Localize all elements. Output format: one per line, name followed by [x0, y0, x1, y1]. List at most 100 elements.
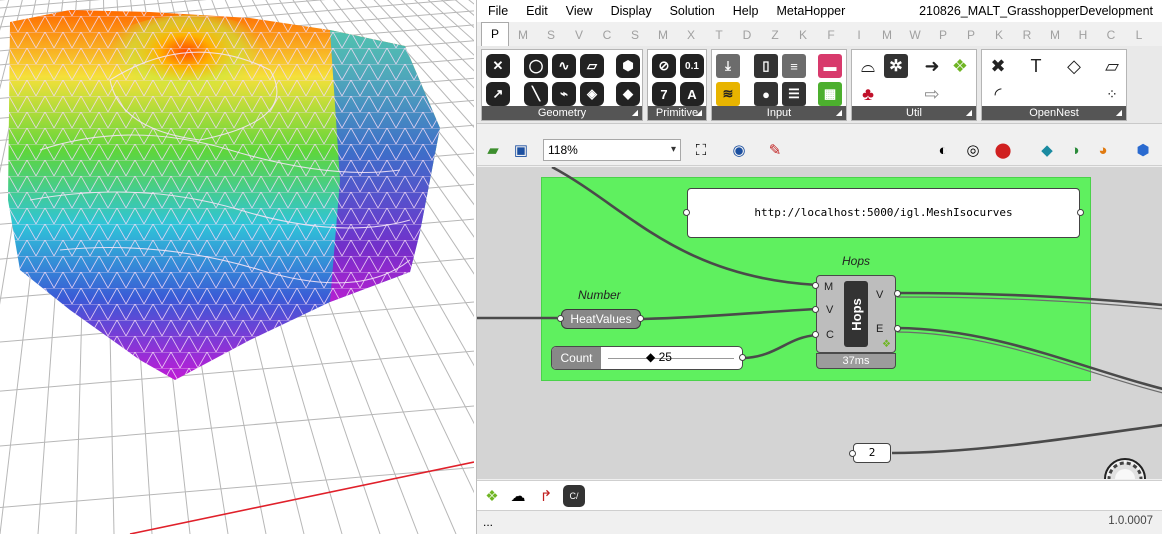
menu-metahopper[interactable]: MetaHopper: [767, 0, 854, 22]
int-panel-input-grip[interactable]: [849, 450, 856, 457]
tab-w-15[interactable]: W: [901, 24, 929, 46]
tab-h-21[interactable]: H: [1069, 24, 1097, 46]
tab-p-16[interactable]: P: [929, 24, 957, 46]
tab-i-13[interactable]: I: [845, 24, 873, 46]
line-param-icon[interactable]: ╲: [524, 82, 548, 106]
tab-l-23[interactable]: L: [1125, 24, 1153, 46]
open-file-icon[interactable]: ▰: [481, 138, 505, 162]
slider-input-icon[interactable]: ≡: [782, 54, 806, 78]
hops-grip-m[interactable]: [812, 282, 819, 289]
tab-k-11[interactable]: K: [789, 24, 817, 46]
tab-s-5[interactable]: S: [621, 24, 649, 46]
menu-view[interactable]: View: [557, 0, 602, 22]
preview-eye-icon[interactable]: ◉: [727, 138, 751, 162]
curve-param-icon[interactable]: ∿: [552, 54, 576, 78]
tab-d-9[interactable]: D: [733, 24, 761, 46]
mesh-param-icon[interactable]: ◈: [580, 82, 604, 106]
slider-output-grip[interactable]: [739, 354, 746, 361]
toggle-input-icon[interactable]: ▯: [754, 54, 778, 78]
tab-p-17[interactable]: P: [957, 24, 985, 46]
nest-icon[interactable]: ✖: [986, 54, 1010, 78]
integer-panel[interactable]: 2: [853, 443, 891, 463]
display-quality-icon[interactable]: ◑: [1063, 138, 1087, 162]
hops-icon[interactable]: ❖: [948, 54, 972, 78]
surface-param-icon[interactable]: ▱: [580, 54, 604, 78]
tree-icon[interactable]: ✲: [884, 54, 908, 78]
vector-param-icon[interactable]: ↗: [486, 82, 510, 106]
tab-r-19[interactable]: R: [1013, 24, 1041, 46]
polyline-param-icon[interactable]: ⌁: [552, 82, 576, 106]
zoom-dropdown[interactable]: 118% ▾: [543, 139, 681, 161]
heatvalues-input-grip[interactable]: [557, 315, 564, 322]
arrow-outline-icon[interactable]: ⇨: [920, 82, 944, 106]
preview-selected-icon[interactable]: ⬤: [991, 138, 1015, 162]
tab-m-14[interactable]: M: [873, 24, 901, 46]
tab-x-7[interactable]: X: [677, 24, 705, 46]
sketch-pen-icon[interactable]: ✎: [763, 138, 787, 162]
display-mode-icon[interactable]: ◆: [1035, 138, 1059, 162]
tab-t-8[interactable]: T: [705, 24, 733, 46]
cloud-icon[interactable]: ☁: [507, 485, 529, 507]
boolean-param-icon[interactable]: ⊘: [652, 54, 676, 78]
tab-s-2[interactable]: S: [537, 24, 565, 46]
display-color-icon[interactable]: ◕: [1091, 138, 1115, 162]
image-sampler-icon[interactable]: ▦: [818, 82, 842, 106]
save-file-icon[interactable]: ▣: [509, 138, 533, 162]
eraser-icon[interactable]: ◇: [1062, 54, 1086, 78]
tab-m-6[interactable]: M: [649, 24, 677, 46]
menu-display[interactable]: Display: [602, 0, 661, 22]
hops-core[interactable]: Hops: [844, 281, 868, 347]
slider-value[interactable]: ◆ 25: [646, 350, 672, 364]
preview-wireframe-icon[interactable]: ◐: [931, 138, 955, 162]
rhino-viewport[interactable]: [0, 0, 474, 534]
menu-solution[interactable]: Solution: [661, 0, 724, 22]
panel-input-grip[interactable]: [683, 209, 690, 216]
hops-component[interactable]: Hops M V C V E ❖ 37ms: [816, 275, 896, 369]
zoom-extents-icon[interactable]: ⛶: [689, 138, 713, 162]
settings-hex-icon[interactable]: ⬢: [1131, 138, 1155, 162]
tab-v-3[interactable]: V: [565, 24, 593, 46]
tab-z-10[interactable]: Z: [761, 24, 789, 46]
tab-p-0[interactable]: P: [481, 22, 509, 46]
arrow-right-icon[interactable]: ➜: [920, 54, 944, 78]
text-curve-icon[interactable]: T: [1024, 54, 1048, 78]
panel-output-grip[interactable]: [1077, 209, 1084, 216]
menu-edit[interactable]: Edit: [517, 0, 557, 22]
tab-m-1[interactable]: M: [509, 24, 537, 46]
hops-grip-v[interactable]: [812, 306, 819, 313]
brep-param-icon[interactable]: ◆: [616, 82, 640, 106]
preview-shaded-icon[interactable]: ◎: [961, 138, 985, 162]
panel-input-icon[interactable]: ⤓: [716, 54, 740, 78]
glasses-icon[interactable]: ⌓: [856, 54, 880, 78]
circle-param-icon[interactable]: ◯: [524, 54, 548, 78]
value-list-input-icon[interactable]: ≋: [716, 82, 740, 106]
count-slider[interactable]: Count ◆ 25: [551, 346, 743, 370]
tab-f-12[interactable]: F: [817, 24, 845, 46]
curve-tool-icon[interactable]: ↱: [535, 485, 557, 507]
tab-c-22[interactable]: C: [1097, 24, 1125, 46]
canvas-navigator-icon[interactable]: [1101, 455, 1149, 479]
tab-m-20[interactable]: M: [1041, 24, 1069, 46]
circles-icon[interactable]: ⁘: [1100, 82, 1124, 106]
hops-grip-out-e[interactable]: [894, 325, 901, 332]
cherry-icon[interactable]: ♣: [856, 82, 880, 106]
list-input-icon[interactable]: ☰: [782, 82, 806, 106]
heatvalues-param[interactable]: HeatValues: [561, 309, 641, 329]
text-param-icon[interactable]: A: [680, 82, 704, 106]
url-panel[interactable]: http://localhost:5000/igl.MeshIsocurves: [687, 188, 1080, 238]
box-param-icon[interactable]: ⬢: [616, 54, 640, 78]
hops-status-icon[interactable]: ❖: [481, 485, 503, 507]
heatvalues-output-grip[interactable]: [637, 315, 644, 322]
tab-c-4[interactable]: C: [593, 24, 621, 46]
menu-help[interactable]: Help: [724, 0, 768, 22]
csharp-script-icon[interactable]: C/: [563, 485, 585, 507]
number-param-icon[interactable]: 0.1: [680, 54, 704, 78]
menu-file[interactable]: File: [477, 0, 517, 22]
integer-param-icon[interactable]: 7: [652, 82, 676, 106]
wifi-icon[interactable]: ◜: [986, 82, 1010, 106]
tab-k-18[interactable]: K: [985, 24, 1013, 46]
button-input-icon[interactable]: ●: [754, 82, 778, 106]
hops-grip-c[interactable]: [812, 331, 819, 338]
gradient-input-icon[interactable]: ▬: [818, 54, 842, 78]
grasshopper-canvas[interactable]: http://localhost:5000/igl.MeshIsocurves …: [477, 167, 1162, 479]
